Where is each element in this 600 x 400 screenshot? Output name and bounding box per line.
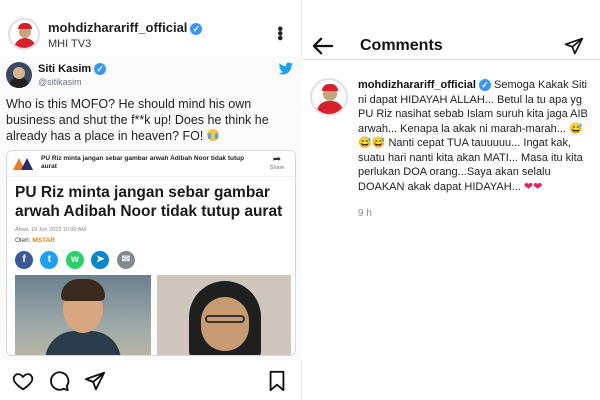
article-byline: Oleh: MSTAR [15, 237, 55, 244]
tweet-avatar [6, 62, 32, 88]
back-arrow-icon[interactable] [312, 36, 334, 56]
twitter-bird-icon [278, 62, 294, 75]
comment-timestamp: 9 h [358, 208, 372, 219]
post-subtitle: MHI TV3 [48, 38, 92, 50]
crying-face-icon [206, 129, 219, 141]
article-share-icon: ➦ Share [267, 154, 287, 171]
tweet-image: Siti Kasim ✓ @sitikasim Who is this MOFO?… [0, 56, 302, 360]
heart-icon[interactable] [12, 370, 34, 392]
facebook-icon: f [15, 251, 33, 269]
comment-item: mohdizharariff_official ✓ Semoga Kakak Si… [310, 78, 592, 228]
post-actions [0, 362, 302, 398]
article-photo-woman [157, 275, 291, 355]
comment-username[interactable]: mohdizharariff_official [358, 79, 476, 91]
article-share-row: f t w ➤ ✉ [15, 249, 138, 269]
article-headline: PU Riz minta jangan sebar gambar arwah A… [15, 184, 283, 220]
comment-avatar[interactable] [310, 78, 348, 116]
instagram-post: mohdizharariff_official ✓ MHI TV3 ••• Sit… [0, 0, 302, 400]
more-options-icon[interactable]: ••• [270, 26, 288, 40]
comment-verified-icon: ✓ [478, 79, 491, 92]
comments-title: Comments [360, 37, 443, 54]
whatsapp-icon: w [65, 251, 84, 269]
verified-badge-icon: ✓ [190, 22, 203, 35]
article-photo-man [15, 275, 151, 355]
tweet-author: Siti Kasim ✓ @sitikasim [6, 62, 296, 92]
twitter-icon: t [40, 251, 59, 269]
tweet-verified-icon: ✓ [94, 63, 107, 76]
comment-body: mohdizharariff_official ✓ Semoga Kakak Si… [358, 78, 592, 194]
send-icon[interactable] [564, 36, 584, 56]
telegram-icon: ➤ [91, 251, 110, 269]
share-icon[interactable] [84, 370, 106, 392]
share-label: Share [269, 165, 285, 171]
tweet-handle: @sitikasim [38, 77, 82, 87]
comment-text: Semoga Kakak Siti ni dapat HIDAYAH ALLAH… [358, 79, 588, 193]
post-username[interactable]: mohdizharariff_official ✓ [48, 20, 203, 35]
comments-header: Comments [302, 0, 600, 60]
avatar[interactable] [8, 18, 40, 50]
article-card: PU Riz minta jangan sebar gambar arwah A… [6, 150, 296, 356]
article-topbar: PU Riz minta jangan sebar gambar arwah A… [7, 151, 295, 177]
mstar-logo-icon [13, 158, 35, 170]
email-icon: ✉ [116, 251, 135, 269]
heart-emoji-icon: ❤❤ [523, 180, 543, 193]
post-header: mohdizharariff_official ✓ MHI TV3 ••• [6, 12, 296, 56]
bookmark-icon[interactable] [266, 370, 288, 392]
tweet-name: Siti Kasim ✓ [38, 63, 107, 76]
comments-panel: Comments mohdizharariff_official ✓ Semoga… [302, 0, 600, 400]
article-mini-title: PU Riz minta jangan sebar gambar arwah A… [41, 155, 245, 170]
article-date: Ahad, 19 Jun 2022 10:00 AM [15, 227, 86, 233]
comment-icon[interactable] [48, 370, 70, 392]
tweet-text: Who is this MOFO? He should mind his own… [6, 97, 269, 143]
